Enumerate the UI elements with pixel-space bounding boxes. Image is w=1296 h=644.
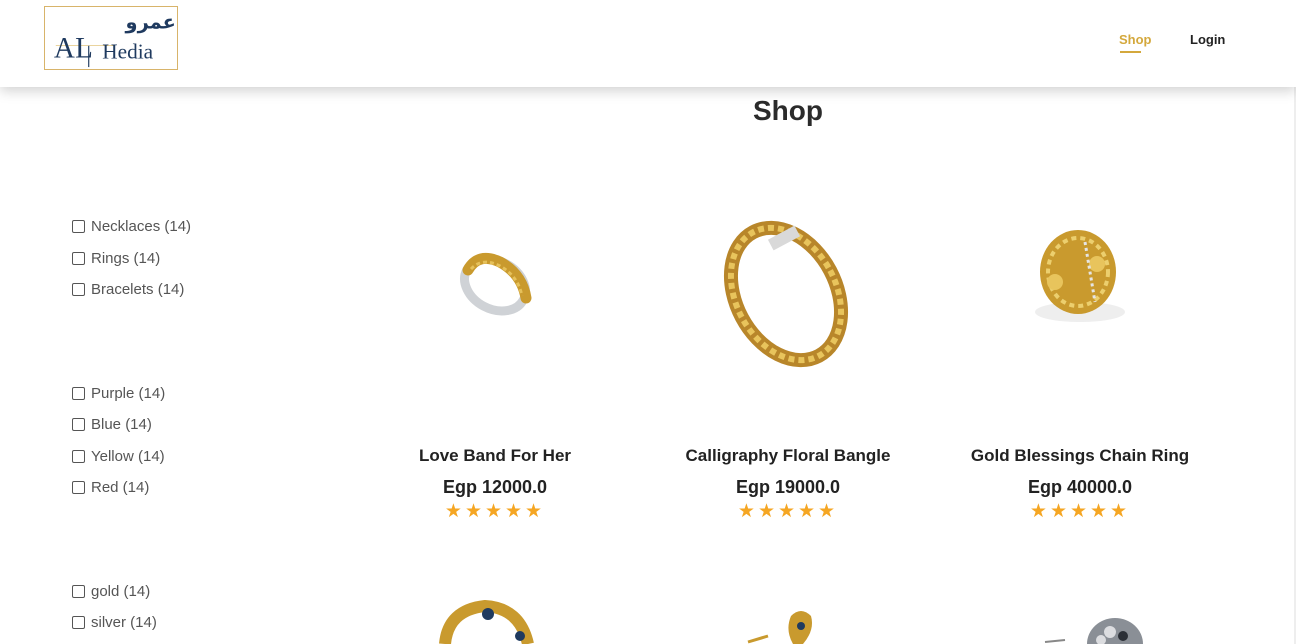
filter-label: Yellow (14) [91, 448, 165, 465]
checkbox[interactable] [72, 418, 85, 431]
filter-purple[interactable]: Purple (14) [72, 385, 165, 402]
product-name[interactable]: Calligraphy Floral Bangle [643, 446, 933, 466]
logo-arabic: عمرو [125, 10, 176, 33]
checkbox[interactable] [72, 585, 85, 598]
checkbox[interactable] [72, 283, 85, 296]
nav-active-underline [1120, 51, 1141, 53]
checkbox[interactable] [72, 450, 85, 463]
svg-text:L: L [75, 32, 93, 64]
checkbox[interactable] [72, 252, 85, 265]
nav-shop[interactable]: Shop [1119, 32, 1152, 47]
product-image[interactable] [935, 212, 1225, 392]
filter-rings[interactable]: Rings (14) [72, 250, 160, 267]
ring-icon [460, 252, 532, 316]
checkbox[interactable] [72, 220, 85, 233]
star-rating-icon: ★★★★★ [1029, 501, 1131, 522]
filter-blue[interactable]: Blue (14) [72, 416, 152, 433]
star-rating-icon: ★★★★★ [444, 501, 546, 522]
product-price: Egp 40000.0 [1027, 477, 1133, 497]
filter-label: Purple (14) [91, 385, 166, 402]
product-image[interactable] [350, 212, 640, 392]
filter-bracelets[interactable]: Bracelets (14) [72, 281, 184, 298]
product-price: Egp 19000.0 [735, 477, 841, 497]
filter-silver[interactable]: silver (14) [72, 614, 157, 631]
bangle-icon [723, 220, 849, 368]
star-rating-icon: ★★★★★ [737, 501, 839, 522]
filter-necklaces[interactable]: Necklaces (14) [72, 218, 191, 235]
filter-gold[interactable]: gold (14) [72, 583, 150, 600]
filter-label: Rings (14) [91, 250, 161, 267]
necklace-icon [747, 611, 812, 644]
product-image[interactable] [643, 212, 933, 392]
svg-text:Hedia: Hedia [102, 39, 153, 63]
bracelet-icon [439, 599, 534, 644]
filter-yellow[interactable]: Yellow (14) [72, 448, 165, 465]
nav-login[interactable]: Login [1190, 32, 1225, 47]
product-image-partial[interactable] [643, 596, 933, 644]
filter-label: gold (14) [91, 583, 151, 600]
product-name[interactable]: Gold Blessings Chain Ring [935, 446, 1225, 466]
filter-label: Bracelets (14) [91, 281, 185, 298]
filter-label: Necklaces (14) [91, 218, 192, 235]
filter-label: silver (14) [91, 614, 157, 631]
checkbox[interactable] [72, 481, 85, 494]
page-title: Shop [753, 95, 823, 126]
site-header: عمرو A L Hedia Shop Login [0, 0, 1296, 87]
checkbox[interactable] [72, 387, 85, 400]
filter-red[interactable]: Red (14) [72, 479, 149, 496]
filter-label: Blue (14) [91, 416, 152, 433]
checkbox[interactable] [72, 616, 85, 629]
product-image-partial[interactable] [935, 596, 1225, 644]
ring-icon [1035, 230, 1125, 322]
svg-text:A: A [54, 32, 75, 64]
product-price: Egp 12000.0 [442, 477, 548, 497]
product-image-partial[interactable] [350, 596, 640, 644]
site-logo[interactable]: عمرو A L Hedia [44, 6, 178, 70]
product-name[interactable]: Love Band For Her [350, 446, 640, 466]
ring-icon [1044, 618, 1143, 644]
logo-graphic: عمرو A L Hedia [54, 10, 176, 68]
filter-label: Red (14) [91, 479, 150, 496]
